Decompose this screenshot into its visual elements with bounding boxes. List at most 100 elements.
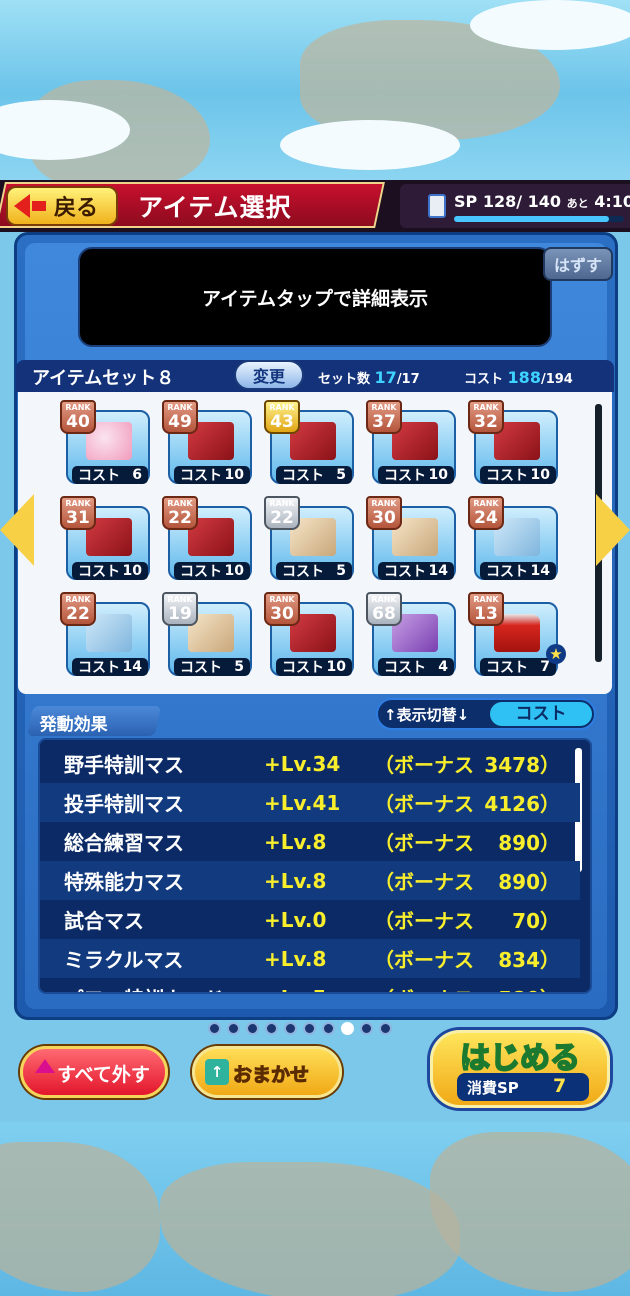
rank-value: 22: [270, 508, 294, 528]
page-dot[interactable]: [360, 1022, 373, 1035]
start-button[interactable]: はじめる 消費SP 7: [430, 1030, 610, 1108]
cost-label: コスト: [180, 564, 222, 580]
effect-name: 試合マス: [64, 909, 144, 933]
effect-row: 特殊能力マス +Lv.8 （ボーナス 890）: [40, 861, 580, 900]
cost-value: 14: [428, 563, 448, 579]
page-indicator: [208, 1022, 392, 1035]
item-slot[interactable]: RANK 22 コスト 5: [264, 496, 354, 580]
display-toggle-value: コスト: [490, 702, 592, 726]
rank-badge: RANK 13: [468, 592, 504, 626]
effect-level: +Lv.0: [264, 907, 327, 932]
cost-label: コスト: [282, 660, 324, 676]
cost-value: 5: [336, 467, 346, 483]
cost-label: コスト: [384, 468, 426, 484]
cost-label: コスト: [486, 468, 528, 484]
item-slot[interactable]: RANK 22 コスト 10: [162, 496, 252, 580]
item-set-name: アイテムセット８: [32, 368, 175, 389]
item-slot[interactable]: RANK 19 コスト 5: [162, 592, 252, 676]
sp-readout: SP 128/ 140 あと 4:10: [454, 192, 630, 211]
start-sp-label: 消費SP: [467, 1079, 519, 1097]
item-slot[interactable]: RANK 13 コスト 7 ★: [468, 592, 566, 676]
rank-label: RANK: [371, 403, 397, 412]
back-arrow-tail: [32, 201, 46, 211]
sp-gauge: [454, 216, 624, 222]
set-count-max: /17: [396, 372, 420, 387]
background-bottom-scenery: [0, 1122, 630, 1296]
cost-label: コスト: [384, 660, 426, 676]
back-button[interactable]: 戻る: [6, 186, 118, 226]
item-cost: コスト 4: [378, 658, 454, 676]
page-dot[interactable]: [208, 1022, 221, 1035]
rank-label: RANK: [473, 499, 499, 508]
effect-level: +Lv.34: [264, 751, 341, 776]
cost-value: 10: [326, 659, 346, 675]
page-dot[interactable]: [227, 1022, 240, 1035]
cost-label: コスト: [486, 660, 528, 676]
remove-all-button[interactable]: すべて外す: [20, 1046, 168, 1098]
effect-row: 野手特訓マス +Lv.34 （ボーナス 3478）: [40, 744, 580, 783]
rank-value: 43: [270, 412, 294, 432]
cost-label: コスト: [78, 564, 120, 580]
back-arrow-icon: [14, 194, 30, 218]
item-slot[interactable]: RANK 24 コスト 14: [468, 496, 558, 580]
sp-gauge-fill: [454, 216, 610, 222]
rank-value: 30: [270, 604, 294, 624]
item-slot[interactable]: RANK 49 コスト 10: [162, 400, 252, 484]
item-slot[interactable]: RANK 37 コスト 10: [366, 400, 456, 484]
item-slot[interactable]: RANK 68 コスト 4: [366, 592, 456, 676]
remove-button[interactable]: はずす: [543, 247, 613, 281]
back-label: 戻る: [54, 196, 99, 221]
page-dot[interactable]: [379, 1022, 392, 1035]
effect-bonus-value: 890）: [498, 870, 560, 894]
display-toggle[interactable]: ↑表示切替↓ コスト: [376, 698, 596, 730]
item-cost: コスト 5: [276, 562, 352, 580]
change-set-button[interactable]: 変更: [234, 360, 304, 390]
rank-badge: RANK 43: [264, 400, 300, 434]
sp-value: SP 128/ 140: [454, 192, 562, 211]
effects-list: 野手特訓マス +Lv.34 （ボーナス 3478） 投手特訓マス +Lv.41 （ボーナス 4…: [38, 738, 592, 994]
effect-name: 特殊能力マス: [64, 870, 184, 894]
up-arrow-icon: [35, 1059, 55, 1073]
auto-select-button[interactable]: ↑ おまかせ: [192, 1046, 342, 1098]
item-slot[interactable]: RANK 30 コスト 10: [264, 592, 354, 676]
start-sp-cost: 消費SP 7: [457, 1073, 589, 1101]
item-slot[interactable]: RANK 30 コスト 14: [366, 496, 456, 580]
item-slot[interactable]: RANK 40 コスト 6: [60, 400, 150, 484]
page-dot[interactable]: [265, 1022, 278, 1035]
rank-value: 32: [474, 412, 498, 432]
item-slot[interactable]: RANK 32 コスト 10: [468, 400, 558, 484]
effect-level: +Lv.8: [264, 946, 327, 971]
cost-count: コスト 188/194: [464, 368, 573, 387]
item-slot[interactable]: RANK 43 コスト 5: [264, 400, 354, 484]
item-cost: コスト 10: [72, 562, 148, 580]
item-slot[interactable]: RANK 22 コスト 14: [60, 592, 150, 676]
item-cost: コスト 5: [174, 658, 250, 676]
rank-label: RANK: [65, 403, 91, 412]
next-set-arrow-icon[interactable]: [596, 494, 630, 566]
item-slot[interactable]: RANK 31 コスト 10: [60, 496, 150, 580]
page-dot[interactable]: [303, 1022, 316, 1035]
sp-suffix: あと: [566, 197, 589, 210]
rank-badge: RANK 40: [60, 400, 96, 434]
remove-all-label: すべて外す: [57, 1064, 150, 1086]
effect-row: 投手特訓マス +Lv.41 （ボーナス 4126）: [40, 783, 580, 822]
effect-row: 試合マス +Lv.0 （ボーナス 70）: [40, 900, 580, 939]
effect-bonus-label: （ボーナス: [374, 870, 474, 894]
page-dot[interactable]: [341, 1022, 354, 1035]
item-cost: コスト 10: [174, 562, 250, 580]
cost-value: 5: [336, 563, 346, 579]
page-dot[interactable]: [322, 1022, 335, 1035]
page-dot[interactable]: [284, 1022, 297, 1035]
rank-value: 22: [168, 508, 192, 528]
item-cost: コスト 14: [480, 562, 556, 580]
prev-set-arrow-icon[interactable]: [0, 494, 34, 566]
effect-bonus-value: 70）: [512, 909, 560, 933]
sp-time: 4:10: [594, 192, 630, 211]
set-count-value: 17: [374, 368, 397, 387]
page-dot[interactable]: [246, 1022, 259, 1035]
star-icon: ★: [546, 644, 566, 664]
sp-status: SP 128/ 140 あと 4:10: [400, 184, 630, 228]
rank-badge: RANK 30: [264, 592, 300, 626]
rank-label: RANK: [371, 499, 397, 508]
rank-badge: RANK 32: [468, 400, 504, 434]
